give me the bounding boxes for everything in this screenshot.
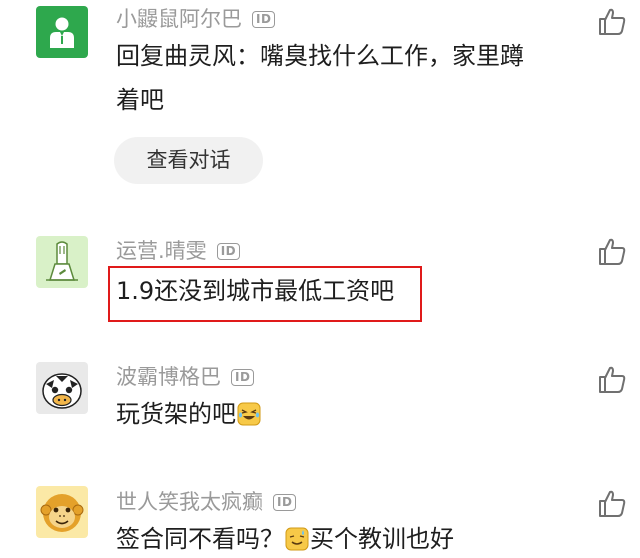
avatar[interactable]: [36, 236, 88, 288]
comment-text-segment: 买个教训也好: [310, 525, 454, 553]
id-badge: ID: [273, 493, 297, 511]
username[interactable]: 世人笑我太疯癫 ID: [116, 489, 297, 515]
like-button[interactable]: [596, 6, 628, 38]
comment-text: 签合同不看吗？ 买个教训也好: [116, 517, 566, 558]
comment-text-segment: 签合同不看吗？: [116, 525, 284, 553]
sweat-smile-emoji-icon: [285, 527, 309, 551]
username-text: 波霸博格巴: [116, 365, 221, 389]
thumbs-up-icon: [599, 490, 626, 517]
thumbs-up-icon: [599, 8, 626, 35]
id-badge: ID: [216, 242, 241, 260]
username-text: 运营.晴雯: [116, 239, 207, 263]
like-button[interactable]: [596, 236, 628, 268]
username-text: 小鼹鼠阿尔巴: [116, 7, 242, 31]
comment-text-line: 玩货架的吧: [116, 400, 236, 428]
thumbs-up-icon: [599, 366, 626, 393]
like-button[interactable]: [596, 364, 628, 396]
comment-text-line: 回复曲灵风：嘴臭找什么工作，家里蹲: [116, 42, 524, 70]
id-badge: ID: [252, 10, 276, 28]
username[interactable]: 小鼹鼠阿尔巴 ID: [116, 6, 276, 32]
comment-text-line: 着吧: [116, 86, 164, 114]
avatar[interactable]: [36, 362, 88, 414]
username[interactable]: 波霸博格巴 ID: [116, 364, 255, 390]
thumbs-up-icon: [599, 238, 626, 265]
username[interactable]: 运营.晴雯 ID: [116, 238, 241, 264]
avatar[interactable]: [36, 486, 88, 538]
view-conversation-button[interactable]: 查看对话: [114, 137, 263, 184]
laughing-tears-emoji-icon: [237, 402, 261, 426]
avatar[interactable]: [36, 6, 88, 58]
comment-text: 回复曲灵风：嘴臭找什么工作，家里蹲 着吧: [116, 34, 566, 122]
like-button[interactable]: [596, 488, 628, 520]
comment-list: 小鼹鼠阿尔巴 ID 回复曲灵风：嘴臭找什么工作，家里蹲 着吧 查看对话 运营.晴…: [0, 0, 640, 558]
comment-text: 玩货架的吧: [116, 392, 566, 436]
highlight-box: [108, 266, 422, 322]
username-text: 世人笑我太疯癫: [116, 490, 263, 514]
id-badge: ID: [231, 368, 255, 386]
